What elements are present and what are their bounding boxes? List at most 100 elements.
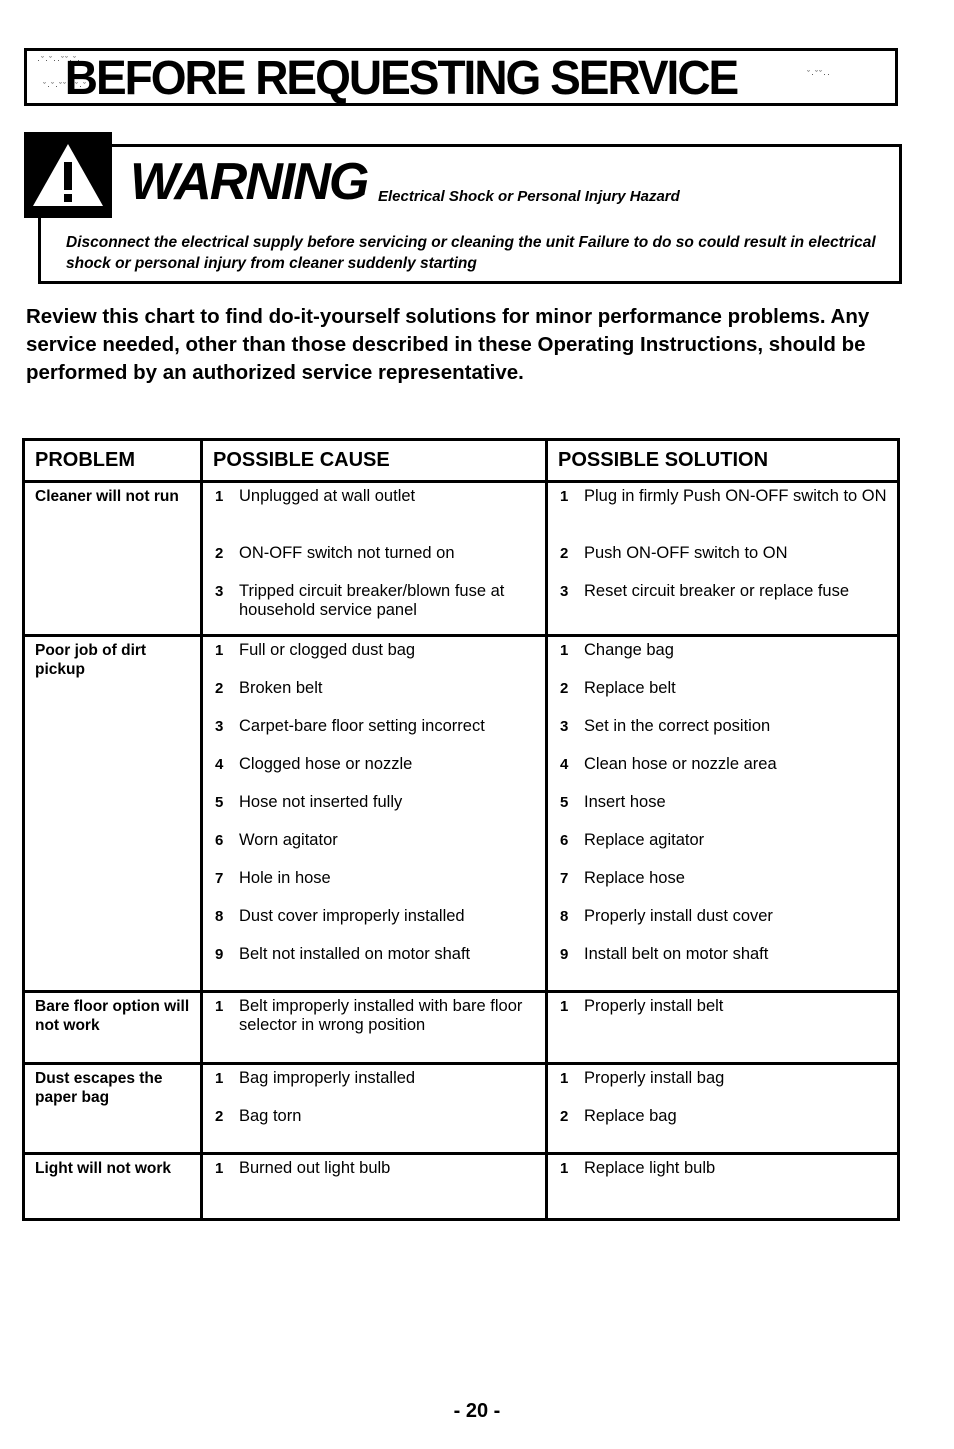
cause-item: 2 ON-OFF switch not turned on [215, 544, 535, 563]
table-row: Poor job of dirt pickup 1 Full or clogged … [22, 634, 900, 993]
item-number: 1 [215, 1070, 224, 1087]
item-number: 6 [560, 832, 569, 849]
item-text: Burned out light bulb [239, 1159, 391, 1177]
problem-cell: Dust escapes the paper bag [22, 1062, 203, 1155]
solution-item: 5 Insert hose [560, 793, 887, 812]
table-row: Cleaner will not run 1 Unplugged at wall o… [22, 480, 900, 637]
item-number: 6 [215, 832, 224, 849]
cause-item: 1 Bag improperly installed [215, 1069, 535, 1088]
solution-item: 2 Replace belt [560, 679, 887, 698]
cause-item: 5 Hose not inserted fully [215, 793, 535, 812]
cause-item: 3 Carpet-bare floor setting incorrect [215, 717, 535, 736]
item-text: Dust cover improperly installed [239, 907, 465, 925]
item-text: Bag torn [239, 1107, 302, 1125]
item-text: Set in the correct position [584, 717, 771, 735]
item-text: Replace belt [584, 679, 676, 697]
table-header-row: PROBLEM POSSIBLE CAUSE POSSIBLE SOLUTION [22, 438, 900, 483]
cause-cell: 1 Unplugged at wall outlet 2 ON-OFF switch … [200, 480, 548, 637]
item-number: 4 [215, 756, 224, 773]
intro-paragraph: Review this chart to find do-it-yourself… [26, 305, 870, 384]
solution-item: 3 Reset circuit breaker or replace fuse [560, 582, 887, 601]
table-row: Light will not work 1 Burned out light bul… [22, 1152, 900, 1221]
item-text: Replace agitator [584, 831, 705, 849]
problem-cell: Poor job of dirt pickup [22, 634, 203, 993]
item-number: 3 [215, 583, 224, 600]
item-number: 1 [215, 1160, 224, 1177]
cause-item: 4 Clogged hose or nozzle [215, 755, 535, 774]
item-number: 2 [560, 680, 569, 697]
item-text: Properly install belt [584, 997, 724, 1015]
item-text: Plug in firmly Push ON-OFF switch to ON [584, 487, 887, 505]
cause-cell: 1 Belt improperly installed with bare flo… [200, 990, 548, 1065]
solution-item: 2 Push ON-OFF switch to ON [560, 544, 887, 563]
item-number: 1 [215, 998, 224, 1015]
cause-cell: 1 Burned out light bulb [200, 1152, 548, 1221]
solution-item: 7 Replace hose [560, 869, 887, 888]
cause-item: 8 Dust cover improperly installed [215, 907, 535, 926]
item-text: Hole in hose [239, 869, 331, 887]
troubleshooting-table: PROBLEM POSSIBLE CAUSE POSSIBLE SOLUTION… [22, 438, 900, 1221]
item-text: Belt improperly installed with bare floo… [239, 997, 523, 1034]
cause-item: 2 Bag torn [215, 1107, 535, 1126]
cause-item: 1 Burned out light bulb [215, 1159, 535, 1178]
item-number: 1 [215, 642, 224, 659]
problem-cell: Light will not work [22, 1152, 203, 1221]
warning-subtitle: Electrical Shock or Personal Injury Haza… [378, 188, 680, 205]
item-number: 2 [560, 545, 569, 562]
title-banner: ·ˇ·ˇ··ˇˇ·ˇ· ˇ·ˇ·ˇˇ··ˇ·ˇ BEFORE REQUESTIN… [24, 48, 898, 106]
cause-item: 1 Unplugged at wall outlet [215, 487, 535, 506]
cause-item: 9 Belt not installed on motor shaft [215, 945, 535, 964]
item-number: 1 [560, 1070, 569, 1087]
item-text: Replace hose [584, 869, 685, 887]
item-text: Properly install dust cover [584, 907, 773, 925]
solution-item: 1 Change bag [560, 641, 887, 660]
solution-cell: 1 Plug in firmly Push ON-OFF switch to ON… [545, 480, 900, 637]
item-text: Bag improperly installed [239, 1069, 416, 1087]
item-number: 2 [215, 1108, 224, 1125]
item-text: Replace light bulb [584, 1159, 716, 1177]
warning-label: WARNING [130, 153, 369, 211]
warning-icon-block [24, 132, 112, 218]
solution-cell: 1 Replace light bulb [545, 1152, 900, 1221]
item-number: 8 [215, 908, 224, 925]
solution-item: 6 Replace agitator [560, 831, 887, 850]
table-row: Dust escapes the paper bag 1 Bag improperl… [22, 1062, 900, 1155]
problem-cell: Bare floor option will not work [22, 990, 203, 1065]
item-text: Broken belt [239, 679, 323, 697]
item-number: 7 [215, 870, 224, 887]
item-number: 2 [215, 680, 224, 697]
solution-cell: 1 Properly install belt [545, 990, 900, 1065]
item-text: Insert hose [584, 793, 666, 811]
item-number: 1 [560, 1160, 569, 1177]
item-number: 9 [215, 946, 224, 963]
item-number: 1 [560, 642, 569, 659]
cause-cell: 1 Bag improperly installed 2 Bag torn [200, 1062, 548, 1155]
item-number: 1 [560, 488, 569, 505]
solution-item: 8 Properly install dust cover [560, 907, 887, 926]
item-text: ON-OFF switch not turned on [239, 544, 455, 562]
item-number: 8 [560, 908, 569, 925]
page-number: - 20 - [453, 1400, 501, 1422]
item-text: Reset circuit breaker or replace fuse [584, 582, 850, 600]
solution-item: 3 Set in the correct position [560, 717, 887, 736]
table-row: Bare floor option will not work 1 Belt imp… [22, 990, 900, 1065]
item-text: Carpet-bare floor setting incorrect [239, 717, 485, 735]
solution-item: 9 Install belt on motor shaft [560, 945, 887, 964]
item-text: Push ON-OFF switch to ON [584, 544, 788, 562]
item-number: 5 [215, 794, 224, 811]
cause-item: 1 Full or clogged dust bag [215, 641, 535, 660]
problem-cell: Cleaner will not run [22, 480, 203, 637]
cause-item: 1 Belt improperly installed with bare flo… [215, 997, 535, 1035]
solution-item: 1 Replace light bulb [560, 1159, 887, 1178]
item-number: 2 [560, 1108, 569, 1125]
column-header-problem: PROBLEM [22, 438, 203, 483]
print-speckle-decoration: ˇ·ˇˇ·· [807, 69, 831, 79]
column-header-cause: POSSIBLE CAUSE [200, 438, 548, 483]
cause-item: 3 Tripped circuit breaker/blown fuse at h… [215, 582, 535, 620]
item-number: 1 [215, 488, 224, 505]
item-text: Change bag [584, 641, 674, 659]
item-number: 3 [215, 718, 224, 735]
item-number: 3 [560, 583, 569, 600]
solution-item: 1 Plug in firmly Push ON-OFF switch to ON [560, 487, 887, 506]
item-text: Clogged hose or nozzle [239, 755, 413, 773]
